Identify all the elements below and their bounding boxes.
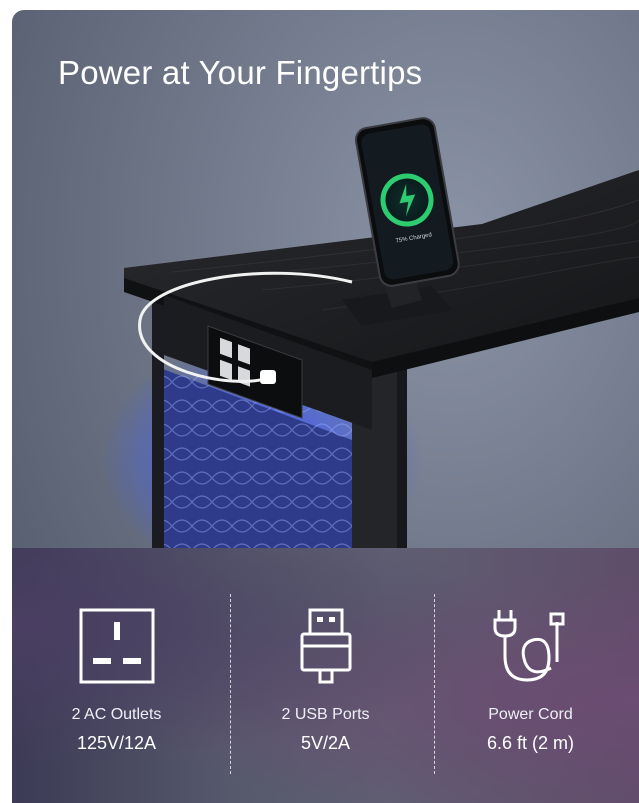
feature-label: 2 USB Ports bbox=[281, 706, 370, 723]
features-panel: 2 AC Outlets 125V/12A 2 USB Ports 5V/2A bbox=[12, 548, 639, 803]
feature-usb-ports: 2 USB Ports 5V/2A bbox=[221, 548, 430, 803]
feature-value: 5V/2A bbox=[300, 733, 351, 753]
headline: Power at Your Fingertips bbox=[58, 54, 423, 91]
feature-power-cord: Power Cord 6.6 ft (2 m) bbox=[426, 548, 635, 803]
feature-value: 6.6 ft (2 m) bbox=[486, 733, 575, 753]
product-card: 75% Charged Power at Your Fingertips 2 A… bbox=[12, 10, 639, 803]
feature-label: 2 AC Outlets bbox=[71, 706, 162, 723]
power-cord-icon bbox=[493, 610, 564, 682]
feature-value: 125V/12A bbox=[76, 733, 157, 753]
feature-ac-outlets: 2 AC Outlets 125V/12A bbox=[12, 548, 221, 803]
feature-label: Power Cord bbox=[488, 706, 573, 723]
ac-outlet-icon bbox=[79, 608, 154, 684]
usb-port-icon bbox=[300, 608, 351, 684]
